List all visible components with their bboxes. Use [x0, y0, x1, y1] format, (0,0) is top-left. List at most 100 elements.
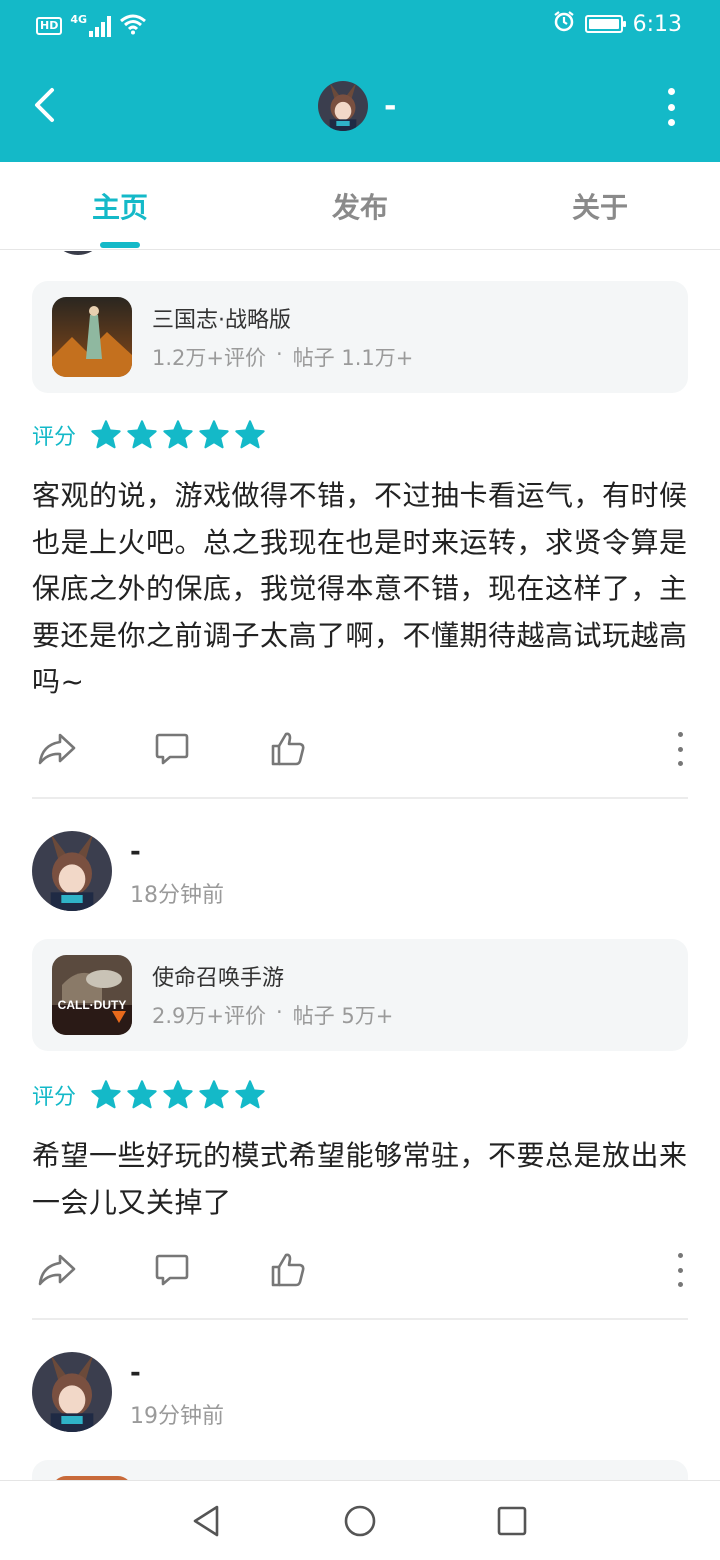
game-card[interactable]: CALL·DUTY 使命召唤手游 2.9万+评价 · 帖子 5万+: [32, 939, 688, 1051]
more-vertical-icon: [667, 88, 675, 126]
game-name: 三国志·战略版: [152, 308, 291, 333]
game-icon: [52, 297, 132, 377]
comment-icon: [155, 733, 189, 765]
alarm-icon: [553, 10, 575, 38]
profile-title[interactable]: -: [318, 81, 396, 131]
thumbs-up-icon: [271, 732, 305, 766]
post-author[interactable]: - 19分钟前: [32, 1352, 224, 1432]
clock: 6:13: [632, 11, 682, 37]
tab-home-label: 主页: [91, 191, 148, 224]
nav-home-button[interactable]: [340, 1501, 380, 1541]
comment-icon: [155, 1254, 189, 1286]
avatar: [48, 251, 108, 255]
star-icon: [199, 1080, 229, 1109]
app-bar: -: [0, 50, 720, 162]
hd-indicator: HD: [36, 17, 63, 35]
share-icon: [38, 1254, 76, 1286]
avatar: [318, 81, 368, 131]
share-icon: [38, 733, 76, 765]
post-count: 帖子 5万+: [292, 1004, 394, 1028]
network-type: 4G: [70, 13, 88, 26]
wifi-icon: [119, 13, 147, 39]
review-text[interactable]: 客观的说，游戏做得不错，不过抽卡看运气，有时候也是上火吧。总之我现在也是时来运转…: [32, 473, 692, 706]
star-icon: [127, 420, 157, 449]
game-meta: 2.9万+评价 · 帖子 5万+: [152, 1000, 393, 1030]
back-button[interactable]: [22, 78, 66, 132]
comment-button[interactable]: [147, 724, 197, 774]
comment-button[interactable]: [147, 1245, 197, 1295]
status-right: 6:13: [553, 10, 682, 38]
divider: [32, 1318, 688, 1320]
post-actions: [32, 724, 688, 774]
game-card[interactable]: [32, 1460, 688, 1480]
star-icon: [235, 1080, 265, 1109]
game-info: 三国志·战略版 1.2万+评价 · 帖子 1.1万+: [152, 302, 413, 372]
chevron-left-icon: [35, 88, 54, 122]
feed[interactable]: 三国志·战略版 1.2万+评价 · 帖子 1.1万+ 评分 客观的说，游戏做得不…: [0, 251, 720, 1480]
status-bar: HD 4G 6:13: [0, 0, 720, 50]
rating: 评分: [32, 419, 266, 451]
rating: 评分: [32, 1079, 266, 1111]
separator: ·: [276, 1000, 283, 1024]
star-icon: [199, 420, 229, 449]
rating-label: 评分: [32, 1085, 77, 1110]
tab-publish-label: 发布: [331, 191, 388, 224]
rating-stars: [90, 1079, 266, 1111]
separator: ·: [276, 342, 283, 366]
review-count: 2.9万+评价: [152, 1004, 266, 1028]
like-button[interactable]: [263, 724, 313, 774]
more-vertical-icon: [677, 1253, 683, 1287]
author-meta: - 19分钟前: [130, 1358, 224, 1430]
post-more-button[interactable]: [672, 1253, 688, 1287]
game-card[interactable]: 三国志·战略版 1.2万+评价 · 帖子 1.1万+: [32, 281, 688, 393]
author-name: -: [130, 837, 141, 867]
status-left: HD 4G: [36, 13, 147, 39]
circle-home-icon: [344, 1505, 376, 1537]
nav-recents-button[interactable]: [492, 1501, 532, 1541]
rating-stars: [90, 419, 266, 451]
avatar: [32, 1352, 112, 1432]
tab-indicator: [100, 242, 140, 248]
post-count: 帖子 1.1万+: [292, 346, 414, 370]
post-time: 19分钟前: [130, 1404, 224, 1429]
tab-bar: 主页 发布 关于: [0, 162, 720, 250]
review-text[interactable]: 希望一些好玩的模式希望能够常驻，不要总是放出来一会儿又关掉了: [32, 1133, 692, 1226]
rating-label: 评分: [32, 425, 77, 450]
square-recents-icon: [497, 1506, 527, 1536]
battery-icon: [584, 15, 626, 33]
tab-publish[interactable]: 发布: [240, 162, 480, 250]
star-icon: [91, 1080, 121, 1109]
game-meta: 1.2万+评价 · 帖子 1.1万+: [152, 342, 413, 372]
more-vertical-icon: [677, 732, 683, 766]
more-menu-button[interactable]: [658, 88, 684, 126]
game-info: 使命召唤手游 2.9万+评价 · 帖子 5万+: [152, 960, 393, 1030]
post-more-button[interactable]: [672, 732, 688, 766]
tab-about-label: 关于: [571, 191, 628, 224]
profile-name: -: [384, 88, 397, 124]
system-nav-bar: [0, 1480, 720, 1560]
share-button[interactable]: [32, 724, 82, 774]
avatar: [32, 831, 112, 911]
star-icon: [127, 1080, 157, 1109]
author-name: -: [130, 1358, 141, 1388]
divider: [32, 797, 688, 799]
post-time: 18分钟前: [130, 883, 224, 908]
post-actions: [32, 1245, 688, 1295]
like-button[interactable]: [263, 1245, 313, 1295]
post-author[interactable]: - 18分钟前: [32, 831, 224, 911]
game-icon: CALL·DUTY: [52, 955, 132, 1035]
game-name: 使命召唤手游: [152, 966, 285, 991]
star-icon: [163, 420, 193, 449]
star-icon: [163, 1080, 193, 1109]
tab-home[interactable]: 主页: [0, 162, 240, 250]
thumbs-up-icon: [271, 1253, 305, 1287]
header: HD 4G 6:13 -: [0, 0, 720, 162]
svg-text:CALL·DUTY: CALL·DUTY: [58, 998, 127, 1012]
share-button[interactable]: [32, 1245, 82, 1295]
author-meta: - 18分钟前: [130, 837, 224, 909]
tab-about[interactable]: 关于: [480, 162, 720, 250]
star-icon: [91, 420, 121, 449]
review-count: 1.2万+评价: [152, 346, 266, 370]
nav-back-button[interactable]: [186, 1501, 226, 1541]
star-icon: [235, 420, 265, 449]
